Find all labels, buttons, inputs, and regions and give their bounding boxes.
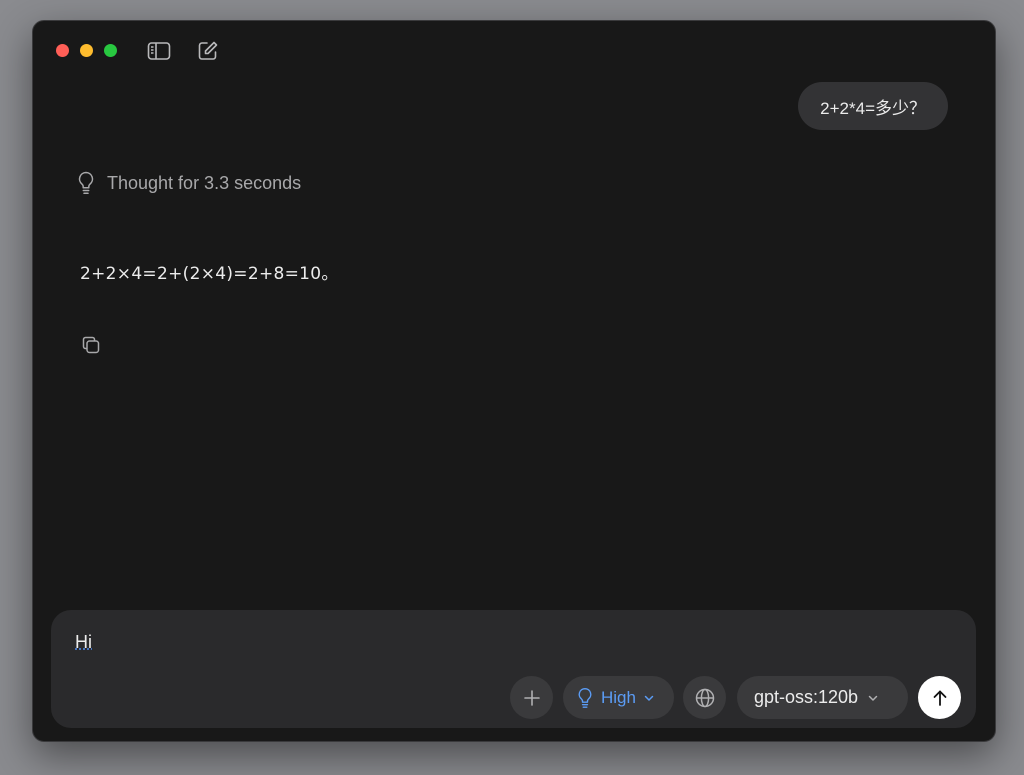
minimize-window-button[interactable] bbox=[80, 44, 93, 57]
thought-toggle[interactable]: Thought for 3.3 seconds bbox=[77, 171, 301, 195]
copy-icon bbox=[82, 336, 100, 354]
reasoning-effort-select[interactable]: High bbox=[563, 676, 674, 719]
message-input[interactable]: Hi bbox=[75, 632, 92, 653]
model-select[interactable]: gpt-oss:120b bbox=[737, 676, 908, 719]
compose-icon bbox=[198, 41, 218, 60]
chevron-down-icon bbox=[644, 695, 654, 701]
copy-message-button[interactable] bbox=[79, 333, 103, 357]
app-window: 2+2*4=多少？ Thought for 3.3 seconds 2+2×4=… bbox=[32, 20, 996, 742]
close-window-button[interactable] bbox=[56, 44, 69, 57]
new-chat-button[interactable] bbox=[195, 39, 221, 63]
zoom-window-button[interactable] bbox=[104, 44, 117, 57]
sidebar-icon bbox=[147, 42, 171, 60]
user-message-bubble: 2+2*4=多少？ bbox=[798, 82, 948, 130]
chevron-down-icon bbox=[868, 695, 878, 701]
model-select-label: gpt-oss:120b bbox=[754, 687, 859, 707]
web-search-button[interactable] bbox=[683, 676, 726, 719]
reasoning-effort-label: High bbox=[601, 687, 636, 707]
assistant-message-text: 2+2×4=2+(2×4)=2+8=10。 bbox=[80, 264, 339, 284]
globe-icon bbox=[695, 688, 714, 707]
thought-label: Thought for 3.3 seconds bbox=[107, 172, 302, 193]
message-composer: Hi High gpt-oss:120b bbox=[51, 610, 976, 728]
send-button[interactable] bbox=[918, 676, 961, 719]
user-message-text: 2+2*4=多少？ bbox=[820, 98, 926, 118]
lightbulb-icon bbox=[578, 687, 592, 708]
traffic-lights bbox=[56, 44, 117, 57]
lightbulb-icon bbox=[78, 171, 94, 195]
add-attachment-button[interactable] bbox=[510, 676, 553, 719]
toggle-sidebar-button[interactable] bbox=[146, 39, 172, 63]
plus-icon bbox=[523, 689, 540, 706]
arrow-up-icon bbox=[933, 690, 946, 706]
